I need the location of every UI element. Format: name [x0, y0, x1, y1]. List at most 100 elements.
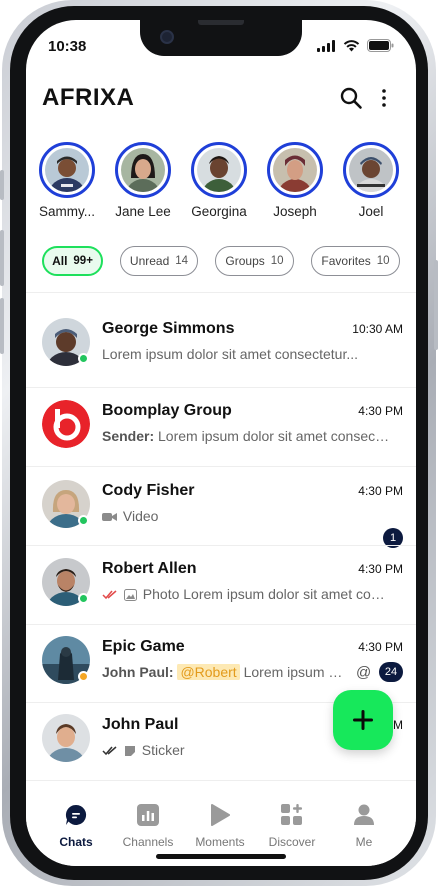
nav-me[interactable]: Me [328, 801, 400, 849]
mention-tag: @Robert [177, 664, 240, 680]
nav-label: Discover [268, 835, 316, 849]
camera-icon [160, 30, 174, 44]
story-item[interactable]: Joseph [256, 142, 334, 219]
story-name: Sammy... [38, 204, 95, 219]
story-name: Jane Lee [115, 204, 171, 219]
message-text: Video [122, 508, 159, 524]
online-indicator [78, 593, 89, 604]
filter-label: Groups [225, 254, 265, 268]
volume-up-button [0, 230, 4, 286]
sticker-icon [124, 746, 135, 757]
notch [140, 20, 302, 56]
avatar [197, 148, 241, 192]
message-text: Photo Lorem ipsum dolor sit amet consect… [142, 586, 392, 602]
mute-switch [0, 170, 4, 200]
message-text: Lorem ipsum dolor [243, 664, 350, 680]
chat-name: Boomplay Group [102, 402, 232, 419]
sender-label: Sender: [102, 428, 155, 444]
chat-preview: John Paul: @Robert Lorem ipsum dolor [102, 664, 350, 680]
story-name: Georgina [191, 204, 247, 219]
story-item[interactable]: Sammy... [28, 142, 106, 219]
unread-badge: 24 [379, 662, 403, 682]
filter-count: 10 [270, 255, 284, 267]
filter-count: 10 [376, 255, 390, 267]
filter-chips: All 99+ Unread 14 Groups 10 Favorites 10 [40, 246, 416, 276]
nav-channels[interactable]: Channels [112, 801, 184, 849]
chat-row[interactable]: Boomplay Group 4:30 PM Sender: Lorem ips… [26, 392, 416, 470]
status-time: 10:38 [48, 38, 87, 55]
more-options-button[interactable] [380, 88, 388, 113]
chat-preview: Video [102, 508, 392, 524]
filter-groups[interactable]: Groups 10 [215, 246, 294, 276]
message-text: Sticker [141, 742, 185, 758]
chat-row[interactable]: George Simmons 10:30 AM Lorem ipsum dolo… [26, 310, 416, 388]
message-text: Lorem ipsum dolor sit amet consectetur [158, 428, 392, 444]
volume-down-button [0, 298, 4, 354]
avatar [349, 148, 393, 192]
online-indicator [78, 515, 89, 526]
status-icons [317, 39, 394, 52]
divider [26, 292, 416, 293]
video-icon [102, 513, 117, 522]
filter-unread[interactable]: Unread 14 [120, 246, 198, 276]
nav-label: Channels [122, 835, 174, 849]
new-chat-button[interactable] [333, 690, 393, 750]
chat-preview: Lorem ipsum dolor sit amet consectetur..… [102, 346, 358, 362]
power-button [434, 260, 438, 350]
chat-name: Robert Allen [102, 560, 197, 577]
nav-label: Moments [195, 835, 245, 849]
nav-discover[interactable]: Discover [256, 801, 328, 849]
plus-icon [353, 710, 373, 730]
nav-chats[interactable]: Chats [40, 801, 112, 849]
wifi-icon [343, 39, 360, 51]
nav-label: Chats [59, 835, 93, 849]
search-button[interactable] [339, 86, 363, 115]
story-item[interactable]: Joel [332, 142, 410, 219]
chat-icon [65, 804, 87, 825]
double-check-icon [102, 590, 117, 600]
double-check-icon [102, 746, 117, 756]
chat-name: George Simmons [102, 320, 235, 337]
divider [26, 624, 416, 625]
chat-time: 4:30 PM [358, 484, 403, 498]
channels-icon [137, 804, 159, 826]
filter-all[interactable]: All 99+ [42, 246, 103, 276]
online-indicator [78, 353, 89, 364]
story-name: Joseph [273, 204, 317, 219]
filter-favorites[interactable]: Favorites 10 [311, 246, 400, 276]
away-indicator [78, 671, 89, 682]
chat-preview: Photo Lorem ipsum dolor sit amet consect… [102, 586, 392, 602]
story-ring [267, 142, 323, 198]
boomplay-logo-icon [42, 400, 90, 448]
nav-moments[interactable]: Moments [184, 801, 256, 849]
speaker [198, 20, 244, 25]
phone-frame: 10:38 AFRIXA Sammy... Jane Lee Georgina … [0, 0, 438, 886]
play-icon [211, 804, 230, 826]
nav-label: Me [355, 835, 373, 849]
story-item[interactable]: Jane Lee [104, 142, 182, 219]
app-screen: 10:38 AFRIXA Sammy... Jane Lee Georgina … [26, 20, 416, 866]
story-ring [191, 142, 247, 198]
chat-row[interactable]: Cody Fisher 4:30 PM Video 1 [26, 472, 416, 550]
story-ring [343, 142, 399, 198]
avatar [121, 148, 165, 192]
avatar [42, 714, 90, 762]
app-title: AFRIXA [42, 84, 135, 111]
more-vertical-icon [382, 89, 386, 107]
filter-label: Unread [129, 254, 170, 268]
chat-name: Epic Game [102, 638, 185, 655]
chat-time: 10:30 AM [352, 322, 403, 336]
chat-name: Cody Fisher [102, 482, 195, 499]
photo-icon [123, 589, 137, 602]
story-ring [115, 142, 171, 198]
filter-label: All [52, 254, 68, 268]
chat-row[interactable]: Robert Allen 4:30 PM Photo Lorem ipsum d… [26, 550, 416, 628]
chat-name: John Paul [102, 716, 179, 733]
chat-preview: Sender: Lorem ipsum dolor sit amet conse… [102, 428, 392, 444]
avatar [45, 148, 89, 192]
discover-icon [281, 804, 302, 825]
avatar [273, 148, 317, 192]
battery-icon [367, 39, 394, 52]
divider [26, 387, 416, 388]
story-item[interactable]: Georgina [180, 142, 258, 219]
